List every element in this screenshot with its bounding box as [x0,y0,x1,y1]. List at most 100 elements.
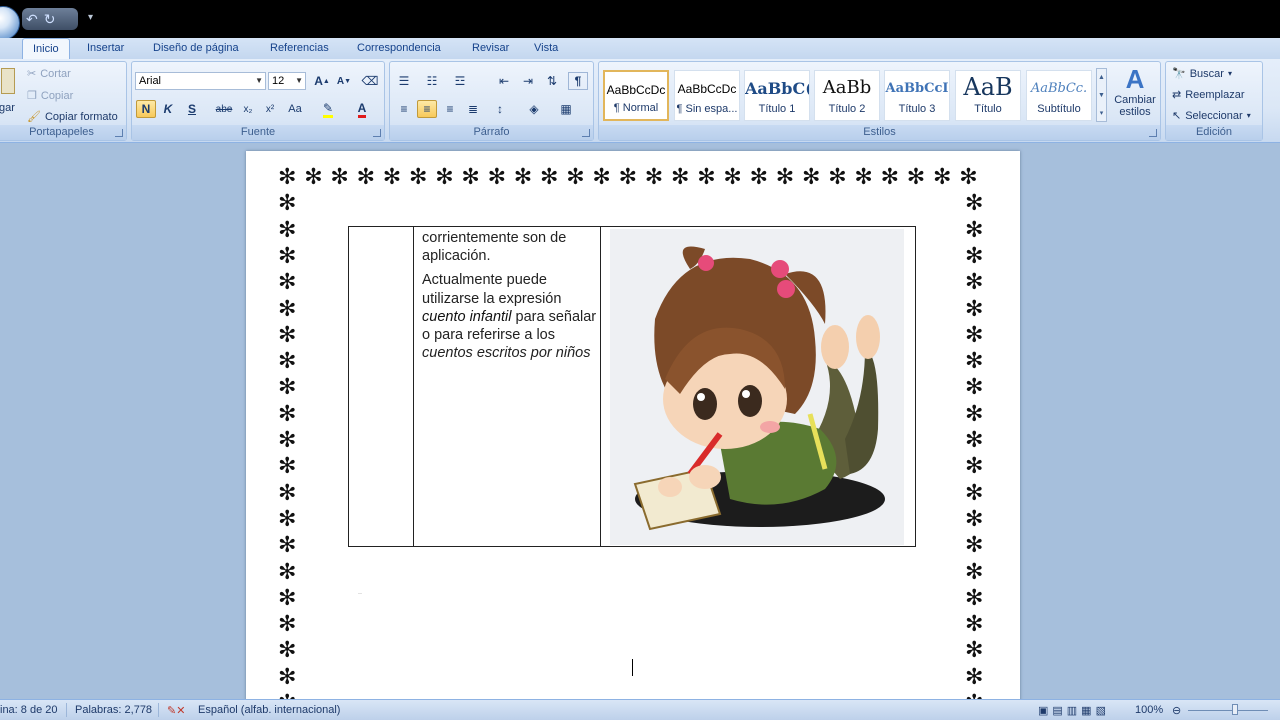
tab-referencias[interactable]: Referencias [270,38,329,59]
style-titulo-3[interactable]: AaBbCcI Título 3 [884,70,950,121]
border-star-icon: ✻ [906,165,926,190]
borders-icon[interactable]: ▦ [556,100,576,118]
align-right-icon[interactable]: ≡ [440,100,460,118]
sort-icon[interactable]: ⇅ [542,72,562,90]
multilevel-list-icon[interactable]: ☲ [450,72,470,90]
border-star-icon: ✻ [409,165,428,190]
justify-icon[interactable]: ≣ [463,100,483,118]
bullets-icon[interactable]: ☰ [394,72,414,90]
tab-revisar[interactable]: Revisar [472,38,509,59]
clipboard-launcher-icon[interactable] [115,129,123,137]
border-star-icon: ✻ [965,480,984,506]
zoom-slider[interactable] [1188,710,1268,711]
tab-diseno-pagina[interactable]: Diseño de página [153,38,239,59]
zoom-level[interactable]: 100% [1135,704,1163,716]
tab-correspondencia[interactable]: Correspondencia [357,38,441,59]
office-button[interactable] [0,6,20,40]
border-star-icon: ✻ [566,165,585,190]
align-center-icon[interactable]: ≡ [417,100,437,118]
highlight-icon[interactable]: ✎ [318,100,338,118]
show-marks-icon[interactable]: ¶ [568,72,588,90]
tab-vista[interactable]: Vista [534,38,558,59]
proofing-icon[interactable]: ✎✕ [167,704,185,717]
customize-toolbar-icon[interactable]: ▾ [88,12,93,23]
select-button[interactable]: ↖ Seleccionar ▾ [1172,109,1251,123]
style-titulo[interactable]: AaB Título [955,70,1021,121]
styles-scroll[interactable]: ▲ ▼ ▾ [1096,68,1107,122]
style-normal[interactable]: AaBbCcDc ¶ Normal [603,70,669,121]
style-titulo-1[interactable]: AaBbC( Título 1 [744,70,810,121]
font-launcher-icon[interactable] [373,129,381,137]
document-area[interactable]: ✻ ✻ ✻ ✻ ✻ ✻ ✻ ✻ ✻ ✻ ✻ ✻ ✻ ✻ ✻ ✻ ✻ ✻ ✻ ✻ ✻ ✻ ✻ ✻ ✻ ✻ ✻ ✻ ✻ ✻ ✻ ✻ ✻ ✻ ✻ ✻ ✻ ✻ ✻ ✻… [0,143,1280,699]
girl-reading-illustration[interactable] [610,229,904,545]
editing-group-label: Edición [1166,125,1262,140]
view-buttons[interactable]: ▣▤▥▦▧ [1038,704,1110,717]
line-spacing-icon[interactable]: ↕ [490,100,510,118]
border-star-icon: ✻ [828,165,847,190]
border-star-icon: ✻ [965,191,984,217]
change-case-button[interactable]: Aa [285,100,305,118]
border-star-icon: ✻ [278,638,297,664]
zoom-out-icon[interactable]: ⊖ [1172,704,1181,717]
border-star-icon: ✻ [959,165,978,190]
language-indicator[interactable]: Español (alfab. internacional) [198,704,340,716]
word-count[interactable]: Palabras: 2,778 [75,704,152,716]
border-star-icon: ✻ [775,165,795,190]
page-count[interactable]: ina: 8 de 20 [0,704,58,716]
font-name-input[interactable]: Arial ▼ [135,72,266,90]
binoculars-icon: 🔭 [1172,68,1186,80]
styles-group-label: Estilos [599,125,1160,140]
border-star-icon: ✻ [278,559,297,585]
paste-button[interactable]: gar [0,102,15,114]
format-painter-button[interactable]: 🖌 Copiar formato [27,110,118,124]
tab-insertar[interactable]: Insertar [87,38,124,59]
zoom-slider-thumb[interactable] [1232,704,1238,715]
style-titulo-2[interactable]: AaBb Título 2 [814,70,880,121]
paste-icon[interactable] [1,68,15,94]
copy-button[interactable]: ❐ Copiar [27,89,73,103]
paragraph-launcher-icon[interactable] [582,129,590,137]
paragraph-group-label: Párrafo [390,125,593,140]
border-star-icon: ✻ [278,506,297,532]
increase-indent-icon[interactable]: ⇥ [518,72,538,90]
subscript-button[interactable]: x₂ [238,100,258,118]
font-color-icon[interactable]: A [352,100,372,118]
status-bar: ina: 8 de 20 Palabras: 2,778 ✎✕ Español … [0,699,1280,720]
shading-icon[interactable]: ◈ [524,100,544,118]
border-star-icon: ✻ [965,506,984,532]
shrink-font-icon[interactable]: A ▼ [334,72,354,90]
numbering-icon[interactable]: ☷ [422,72,442,90]
font-size-input[interactable]: 12 ▼ [268,72,306,90]
strikethrough-button[interactable]: abe [214,100,234,118]
align-left-icon[interactable]: ≡ [394,100,414,118]
style-sin-espaciado[interactable]: AaBbCcDc ¶ Sin espa... [674,70,740,121]
document-page[interactable]: ✻ ✻ ✻ ✻ ✻ ✻ ✻ ✻ ✻ ✻ ✻ ✻ ✻ ✻ ✻ ✻ ✻ ✻ ✻ ✻ ✻ ✻ ✻ ✻ ✻ ✻ ✻ ✻ ✻ ✻ ✻ ✻ ✻ ✻ ✻ ✻ ✻ ✻ ✻ ✻… [246,151,1020,699]
undo-icon[interactable]: ↶ [26,12,38,26]
bold-button[interactable]: N [136,100,156,118]
underline-button[interactable]: S [182,100,202,118]
redo-icon[interactable]: ↻ [44,12,56,26]
grow-font-icon[interactable]: A ▲ [312,72,332,90]
italic-button[interactable]: K [158,100,178,118]
change-styles-icon: A [1125,64,1145,94]
tab-inicio[interactable]: Inicio [22,38,70,59]
border-star-icon: ✻ [278,612,297,638]
border-star-icon: ✻ [965,243,984,269]
clear-format-icon[interactable]: ⌫ [360,72,380,90]
styles-launcher-icon[interactable] [1149,129,1157,137]
border-star-icon: ✻ [435,165,454,190]
border-star-icon: ✻ [278,454,297,480]
border-star-icon: ✻ [278,480,297,506]
superscript-button[interactable]: x² [260,100,280,118]
table-cell-text[interactable]: corrientemente son de aplicación. Actual… [422,229,602,368]
border-star-icon: ✻ [278,664,297,690]
change-styles-button[interactable]: A Cambiar estilos [1113,64,1157,118]
border-star-icon: ✻ [278,191,297,217]
border-star-icon: ✻ [965,322,984,348]
cut-button[interactable]: ✂ Cortar [27,67,71,81]
find-button[interactable]: 🔭 Buscar ▾ [1172,67,1232,81]
border-star-icon: ✻ [644,165,664,190]
replace-button[interactable]: ⇄ Reemplazar [1172,88,1245,102]
decrease-indent-icon[interactable]: ⇤ [494,72,514,90]
style-subtitulo[interactable]: AaBbCc. Subtítulo [1026,70,1092,121]
